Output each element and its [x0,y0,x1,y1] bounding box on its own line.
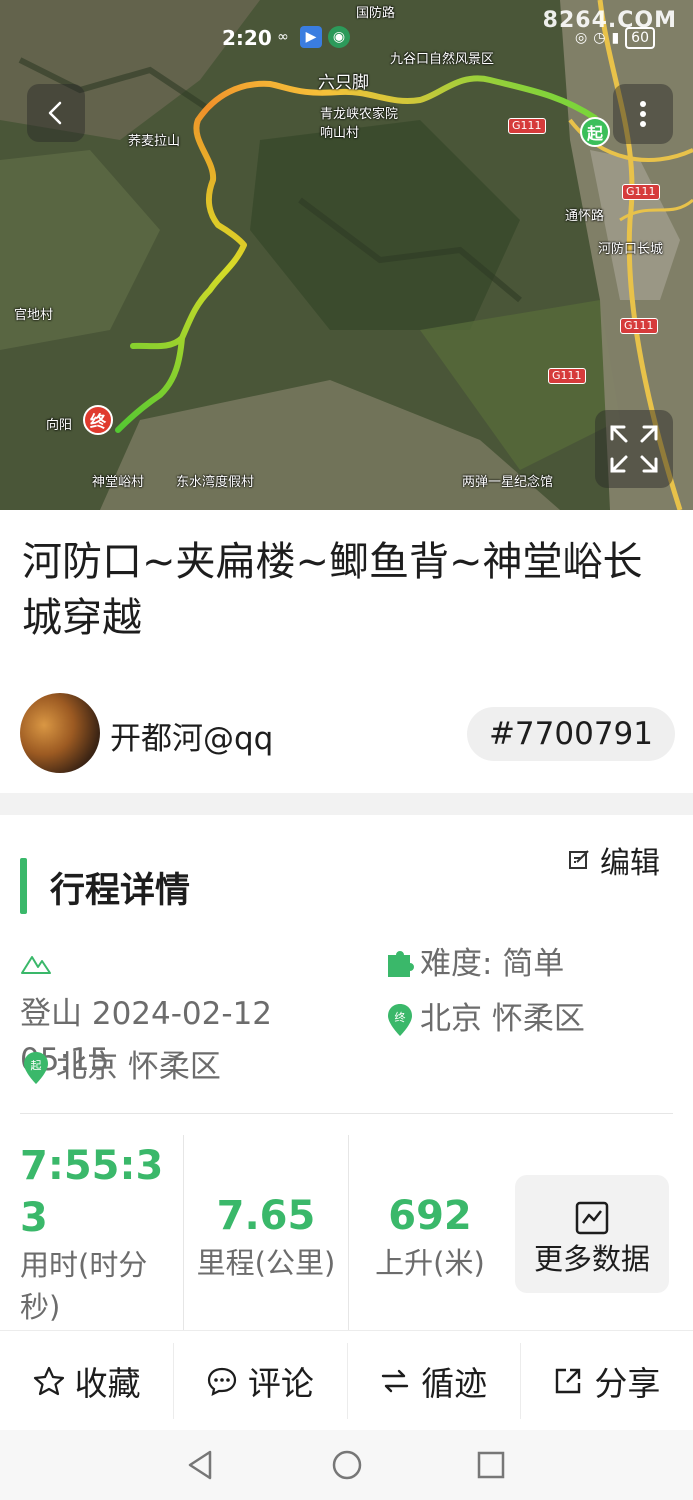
ascent-value: 692 [388,1193,472,1239]
expand-icon [610,425,658,473]
comment-button[interactable]: 评论 [173,1331,346,1430]
distance-label: 里程(公里) [196,1246,336,1280]
follow-track-icon [381,1369,409,1392]
more-data-label: 更多数据 [533,1242,650,1276]
watermark: 8264.COM [542,8,677,33]
edit-label: 编辑 [600,846,660,881]
map-label: 河防口长城 [598,242,664,257]
link-icon: ∞ [277,29,289,45]
map-label: 国防路 [356,6,396,21]
share-button[interactable]: 分享 [519,1331,693,1430]
map-label: 九谷口自然风景区 [390,52,495,67]
mountain-icon [20,941,52,987]
status-notification-icons: ∞ ▶ ◉ [272,26,350,48]
map-label: 通怀路 [565,209,605,224]
nav-recents-icon[interactable] [474,1448,508,1482]
share-label: 分享 [594,1363,661,1403]
stat-separator [348,1135,349,1330]
start-location-icon: 起 [20,1044,52,1090]
bank-icon: ◉ [328,26,350,48]
more-data-button[interactable]: 更多数据 [515,1175,669,1293]
map-label: 神堂峪村 [92,475,145,490]
road-badge: G111 [548,368,586,384]
map-label: 官地村 [14,308,54,323]
track-id-badge[interactable]: #7700791 [466,707,675,761]
edit-icon [569,850,589,869]
trip-title: 河防口~夹扁楼~鲫鱼背~神堂峪长城穿越 [22,539,643,641]
expand-map-button[interactable] [595,410,673,488]
map-label: 向阳 [46,418,73,433]
stat-duration: 7:55:33 用时(时分秒) [20,1140,175,1328]
share-icon [556,1368,581,1393]
nav-back-icon[interactable] [184,1448,218,1482]
comment-label: 评论 [247,1363,314,1403]
road-badge: G111 [622,184,660,200]
chevron-left-icon [48,101,62,125]
back-button[interactable] [27,84,85,142]
section-divider [0,793,693,815]
follow-track-button[interactable]: 循迹 [346,1331,520,1430]
start-pin[interactable]: 起 [580,117,610,147]
svg-text:起: 起 [31,1059,42,1072]
section-accent-bar [20,858,27,914]
action-bar: 收藏 评论 循迹 分享 [0,1330,693,1430]
difficulty-text: 难度: 简单 [420,946,565,982]
duration-value: 7:55:33 [20,1143,164,1241]
start-location-text: 北京 怀柔区 [56,1049,221,1085]
road-badge: G111 [620,318,658,334]
map-label: 荞麦拉山 [128,134,181,149]
avatar[interactable] [20,693,100,773]
favorite-label: 收藏 [74,1363,141,1403]
status-time: 2:20 [222,26,272,50]
road-badge: G111 [508,118,546,134]
end-location: 终 北京 怀柔区 [384,996,585,1042]
system-navigation-bar [0,1430,693,1500]
nav-home-icon[interactable] [330,1448,364,1482]
section-title: 行程详情 [50,871,191,911]
more-button[interactable] [613,84,673,144]
favorite-button[interactable]: 收藏 [0,1331,173,1430]
app-icon: ▶ [300,26,322,48]
chart-icon [575,1201,609,1235]
details-divider [20,1113,673,1114]
distance-value: 7.65 [216,1193,316,1239]
end-pin[interactable]: 终 [83,405,113,435]
star-icon [33,1366,64,1395]
map-label: 青龙峡农家院响山村 [320,107,399,141]
comment-icon [207,1367,236,1396]
end-location-text: 北京 怀柔区 [420,1001,585,1037]
svg-text:终: 终 [395,1010,406,1024]
author-name[interactable]: 开都河@qq [110,713,273,758]
edit-button[interactable]: 编辑 [568,838,660,882]
end-location-icon: 终 [384,996,416,1042]
duration-label: 用时(时分秒) [20,1248,148,1324]
author-row: 开都河@qq #7700791 [20,693,675,775]
puzzle-icon [384,941,416,987]
follow-track-label: 循迹 [421,1363,488,1403]
map-label: 两弹一星纪念馆 [462,475,554,490]
start-location: 起 北京 怀柔区 [20,1044,221,1090]
difficulty: 难度: 简单 [384,941,564,987]
ascent-label: 上升(米) [375,1246,485,1280]
stat-ascent: 692 上升(米) [350,1190,510,1284]
map-label: 六只脚 [318,73,369,93]
more-vertical-icon [640,101,646,127]
route-map[interactable]: 2:20 ∞ ▶ ◉ ◎ ◷ ▮ 60 8264.COM 国防路 九谷口自然风景… [0,0,693,510]
map-label: 东水湾度假村 [176,475,255,490]
stat-distance: 7.65 里程(公里) [184,1190,348,1284]
